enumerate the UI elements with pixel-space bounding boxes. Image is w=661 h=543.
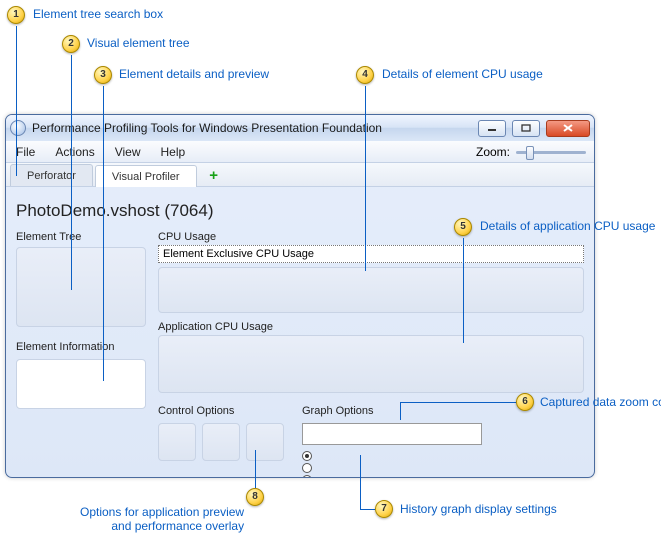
- graph-options-group: Graph Options: [302, 403, 482, 478]
- callout-line: [71, 55, 72, 290]
- application-cpu-graph: [158, 335, 584, 393]
- add-tab-button[interactable]: +: [207, 168, 221, 182]
- menu-help[interactable]: Help: [151, 141, 196, 163]
- zoom-label: Zoom:: [476, 145, 510, 159]
- callout-line: [16, 26, 17, 176]
- control-option-2-button[interactable]: [202, 423, 240, 461]
- app-window: Performance Profiling Tools for Windows …: [5, 114, 595, 478]
- callout-line: [103, 86, 104, 381]
- callout-line: [400, 402, 516, 403]
- graph-options-field[interactable]: [302, 423, 482, 445]
- callout-badge-6: 6: [516, 393, 534, 411]
- callout-label-2: Visual element tree: [87, 36, 190, 50]
- window-title: Performance Profiling Tools for Windows …: [30, 121, 382, 135]
- tab-visual-profiler[interactable]: Visual Profiler: [95, 165, 197, 187]
- tab-perforator[interactable]: Perforator: [10, 164, 93, 186]
- zoom-control: Zoom:: [476, 144, 594, 160]
- application-cpu-label: Application CPU Usage: [158, 319, 584, 335]
- graph-radio-2[interactable]: [302, 463, 312, 473]
- minimize-button[interactable]: [478, 120, 506, 137]
- control-option-3-button[interactable]: [246, 423, 284, 461]
- app-icon: [10, 120, 26, 136]
- callout-label-7: History graph display settings: [400, 502, 557, 516]
- menu-view[interactable]: View: [105, 141, 151, 163]
- callout-badge-7: 7: [375, 500, 393, 518]
- element-exclusive-cpu-row[interactable]: Element Exclusive CPU Usage: [158, 245, 584, 263]
- callout-badge-8: 8: [246, 488, 264, 506]
- callout-line: [400, 402, 401, 420]
- control-options-group: Control Options: [158, 403, 284, 478]
- titlebar[interactable]: Performance Profiling Tools for Windows …: [6, 115, 594, 141]
- callout-label-4: Details of element CPU usage: [382, 67, 543, 81]
- callout-label-8: Options for application preview and perf…: [80, 505, 244, 533]
- maximize-button[interactable]: [512, 120, 540, 137]
- callout-badge-1: 1: [7, 6, 25, 24]
- callout-label-5: Details of application CPU usage: [480, 219, 655, 233]
- graph-options-label: Graph Options: [302, 403, 482, 419]
- element-info-label: Element Information: [16, 339, 146, 355]
- graph-radio-group: [302, 451, 482, 478]
- zoom-slider[interactable]: [516, 144, 586, 160]
- callout-badge-4: 4: [356, 66, 374, 84]
- right-column: CPU Usage Element Exclusive CPU Usage Ap…: [158, 229, 584, 478]
- callout-line: [360, 455, 361, 509]
- graph-radio-1[interactable]: [302, 451, 312, 461]
- graph-radio-3[interactable]: [302, 475, 312, 478]
- element-tree-label: Element Tree: [16, 229, 146, 245]
- element-exclusive-cpu-graph: [158, 267, 584, 313]
- element-info-panel: [16, 359, 146, 409]
- menubar: File Actions View Help Zoom:: [6, 141, 594, 163]
- control-option-1-button[interactable]: [158, 423, 196, 461]
- menu-file[interactable]: File: [6, 141, 45, 163]
- callout-line: [360, 509, 375, 510]
- callout-line: [463, 238, 464, 343]
- callout-label-6: Captured data zoom control: [540, 395, 661, 409]
- control-options-label: Control Options: [158, 403, 284, 419]
- menu-actions[interactable]: Actions: [45, 141, 104, 163]
- callout-line: [255, 450, 256, 488]
- left-column: Element Tree Element Information: [16, 229, 146, 478]
- callout-label-3: Element details and preview: [119, 67, 269, 81]
- element-tree-panel[interactable]: [16, 247, 146, 327]
- close-button[interactable]: [546, 120, 590, 137]
- callout-badge-2: 2: [62, 35, 80, 53]
- callout-line: [365, 86, 366, 271]
- callout-badge-5: 5: [454, 218, 472, 236]
- callout-label-1: Element tree search box: [33, 7, 163, 21]
- tabstrip: Perforator Visual Profiler +: [6, 163, 594, 187]
- callout-badge-3: 3: [94, 66, 112, 84]
